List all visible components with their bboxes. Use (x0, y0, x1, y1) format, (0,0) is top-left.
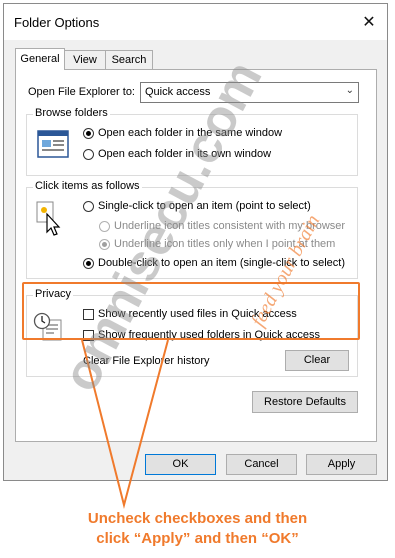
callout-arrow (81, 339, 169, 509)
tab-general[interactable]: General (15, 48, 65, 70)
annotation-line-1: Uncheck checkboxes and then (87, 510, 308, 527)
annotation-text: Uncheck checkboxes and then click “Apply… (0, 509, 395, 549)
annotation-line-2: click “Apply” and then “OK” (96, 530, 299, 547)
